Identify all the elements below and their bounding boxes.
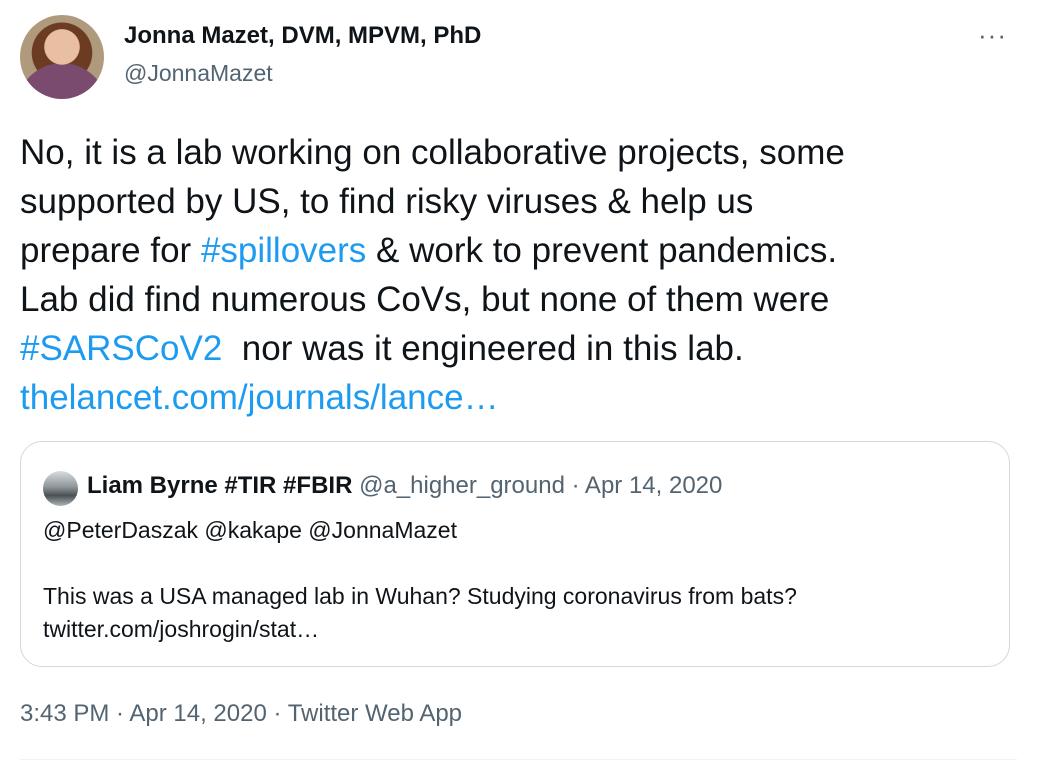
- quoted-text: This was a USA managed lab in Wuhan? Stu…: [43, 583, 797, 609]
- author-name[interactable]: Jonna Mazet, DVM, MPVM, PhD: [124, 22, 481, 50]
- tweet-text-segment: prepare for: [20, 231, 201, 270]
- quoted-link: twitter.com/joshrogin/stat…: [43, 616, 320, 642]
- tweet-text: No, it is a lab working on collaborative…: [20, 128, 1020, 422]
- tweet-link[interactable]: thelancet.com/journals/lance…: [20, 373, 1020, 422]
- quoted-author-name: Liam Byrne #TIR #FBIR: [87, 472, 353, 499]
- quoted-tweet-header: Liam Byrne #TIR #FBIR @a_higher_ground ·…: [87, 472, 722, 500]
- tweet-line: #SARSCoV2 nor was it engineered in this …: [20, 324, 1020, 373]
- tweet-timestamp[interactable]: 3:43 PM · Apr 14, 2020 · Twitter Web App: [20, 700, 462, 728]
- author-avatar[interactable]: [20, 15, 104, 99]
- quoted-tweet-meta: @a_higher_ground · Apr 14, 2020: [352, 472, 723, 499]
- quoted-author-avatar: [43, 471, 78, 506]
- tweet-line: supported by US, to find risky viruses &…: [20, 182, 754, 221]
- tweet-text-segment: & work to prevent pandemics.: [366, 231, 838, 270]
- hashtag-spillovers[interactable]: #spillovers: [201, 231, 366, 270]
- tweet-line: Lab did find numerous CoVs, but none of …: [20, 280, 830, 319]
- tweet-line: No, it is a lab working on collaborative…: [20, 133, 845, 172]
- divider: [20, 759, 1017, 760]
- tweet-line: prepare for #spillovers & work to preven…: [20, 226, 1020, 275]
- author-handle[interactable]: @JonnaMazet: [124, 60, 273, 87]
- more-options-icon[interactable]: ···: [978, 20, 1007, 50]
- quoted-tweet[interactable]: Liam Byrne #TIR #FBIR @a_higher_ground ·…: [20, 441, 1010, 667]
- hashtag-sarscov2[interactable]: #SARSCoV2: [20, 329, 222, 368]
- tweet-text-segment: nor was it engineered in this lab.: [222, 329, 744, 368]
- quoted-mentions: @PeterDaszak @kakape @JonnaMazet: [43, 517, 457, 543]
- quoted-tweet-body: @PeterDaszak @kakape @JonnaMazet This wa…: [43, 514, 983, 646]
